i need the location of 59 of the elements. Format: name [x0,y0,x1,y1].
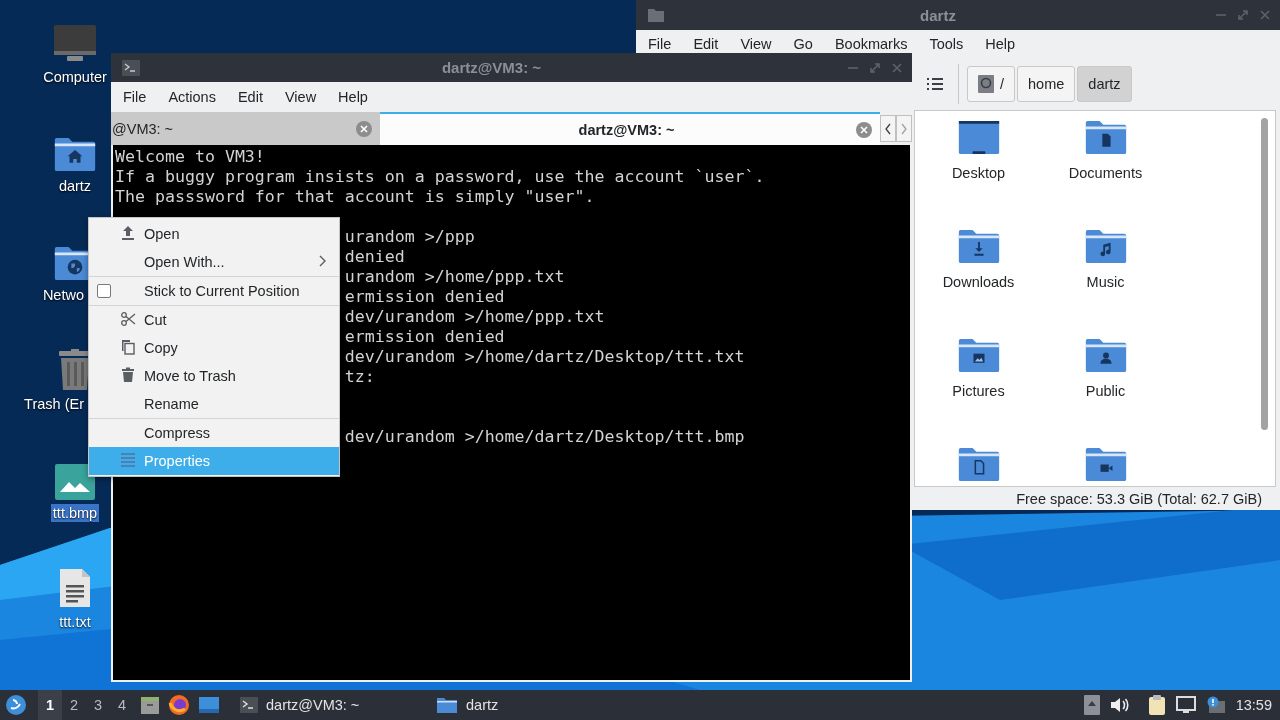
file-label: Desktop [951,165,1006,181]
terminal-line: urandom >/ppp [344,227,475,247]
icon-label: Computer [42,68,108,86]
icon-label: Trash (Er [23,395,85,413]
menu-item[interactable]: Edit [682,36,730,52]
menu-item[interactable]: Move to Trash [89,362,339,390]
menu-item[interactable]: Edit [226,89,274,105]
file-label: Documents [1068,165,1143,181]
terminal-line: ermission denied [344,287,505,307]
window-title: dartz@VM3: ~ [441,59,542,76]
icon-label: ttt.bmp [50,504,100,522]
terminal-line: dev/urandom >/home/dartz/Desktop/ttt.bmp [344,427,745,447]
terminal-line: dev/urandom >/home/dartz/Desktop/ttt.txt [344,347,745,367]
menu-item[interactable]: Help [327,89,379,105]
menu-item[interactable]: Stick to Current Position [89,277,339,305]
clock: 13:59 [1235,697,1272,713]
terminal-line: tz: [344,367,375,387]
window-title: dartz [920,6,956,24]
path-button[interactable]: home [1017,66,1076,102]
file-label: Downloads [942,274,1015,290]
status-text: Free space: 53.3 GiB (Total: 62.7 GiB) [1016,490,1262,507]
terminal-line: dev/urandom >/home/ppp.txt [344,307,605,327]
workspace-button[interactable]: 3 [86,690,110,720]
menu-item[interactable]: File [637,36,683,52]
file-label: Pictures [952,383,1005,399]
workspace-button[interactable]: 1 [38,690,62,720]
path-button[interactable]: / [967,66,1016,102]
terminal-line: Welcome to VM3! [115,147,265,167]
icon-label: Netwo [41,286,85,304]
menu-item[interactable]: View [273,89,328,105]
taskbar-button[interactable]: dartz@VM3: ~ [234,690,430,720]
taskbar-button[interactable]: dartz [430,690,626,720]
file-label: Music [1086,274,1125,290]
menu-item[interactable]: Open [89,220,339,248]
menu-item[interactable]: Bookmarks [823,36,919,52]
tab[interactable]: @VM3: ~ [111,112,380,145]
icon-label: ttt.txt [58,613,92,631]
workspace-button[interactable]: 2 [62,690,86,720]
menu-item[interactable]: Go [782,36,824,52]
menu-item[interactable]: File [112,89,158,105]
menu-item[interactable]: Open With... [89,248,339,276]
menu-item[interactable]: Help [974,36,1027,52]
menu-item[interactable]: View [729,36,783,52]
menu-item[interactable]: Tools [918,36,975,52]
terminal-line: If a buggy program insists on a password, use the account `user`. [115,167,765,187]
menu-item[interactable]: Copy [89,334,339,362]
workspace-button[interactable]: 4 [110,690,134,720]
menu-item[interactable]: Cut [89,306,339,334]
icon-label: dartz [57,177,93,195]
menu-item[interactable]: Compress [89,419,339,447]
file-label: Public [1085,383,1126,399]
path-button[interactable]: dartz [1077,66,1132,102]
tab[interactable]: dartz@VM3: ~ [380,112,880,145]
menu-item[interactable]: Actions [157,89,227,105]
terminal-line: ermission denied [344,327,505,347]
terminal-line: The passsword for that account is simply "user". [115,187,595,207]
terminal-line: urandom >/home/ppp.txt [344,267,565,287]
menu-item[interactable]: Rename [89,390,339,418]
terminal-line: denied [344,247,405,267]
